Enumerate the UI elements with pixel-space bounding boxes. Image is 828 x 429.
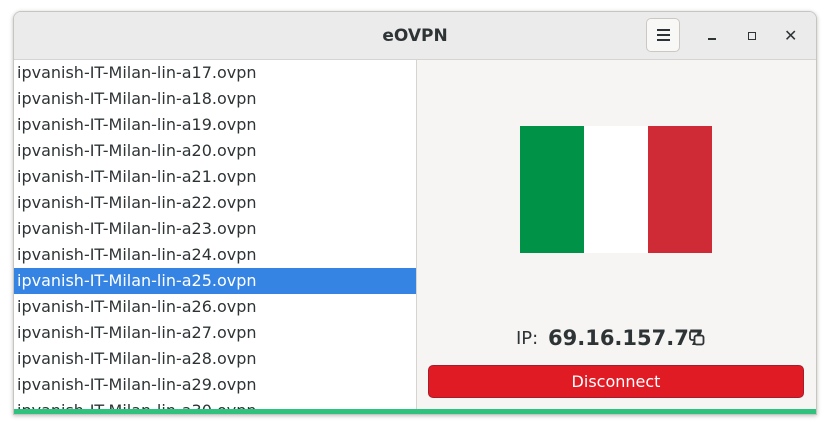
close-button[interactable]: ✕ (778, 24, 802, 48)
flag-stripe-white (584, 126, 648, 253)
minimize-icon (708, 38, 716, 40)
connected-status-bar (14, 409, 816, 414)
server-list-item[interactable]: ipvanish-IT-Milan-lin-a19.ovpn (14, 112, 416, 138)
window-title: eOVPN (382, 26, 448, 46)
server-list-item[interactable]: ipvanish-IT-Milan-lin-a17.ovpn (14, 60, 416, 86)
server-list-item[interactable]: ipvanish-IT-Milan-lin-a24.ovpn (14, 242, 416, 268)
server-list-item[interactable]: ipvanish-IT-Milan-lin-a28.ovpn (14, 346, 416, 372)
server-list-item[interactable]: ipvanish-IT-Milan-lin-a29.ovpn (14, 372, 416, 398)
server-list-item[interactable]: ipvanish-IT-Milan-lin-a21.ovpn (14, 164, 416, 190)
flag-stripe-green (520, 126, 584, 253)
server-list-item[interactable]: ipvanish-IT-Milan-lin-a20.ovpn (14, 138, 416, 164)
main-menu-button[interactable] (646, 18, 680, 52)
ip-label: IP: (516, 328, 539, 349)
server-list-item[interactable]: ipvanish-IT-Milan-lin-a26.ovpn (14, 294, 416, 320)
server-list-item[interactable]: ipvanish-IT-Milan-lin-a25.ovpn (14, 268, 416, 294)
app-window: eOVPN ✕ ipvanish-IT-Milan-lin-a17.ovpn ip… (13, 11, 817, 415)
close-icon: ✕ (784, 26, 798, 45)
titlebar: eOVPN ✕ (14, 12, 816, 60)
server-list-item[interactable]: ipvanish-IT-Milan-lin-a23.ovpn (14, 216, 416, 242)
server-list-item[interactable]: ipvanish-IT-Milan-lin-a18.ovpn (14, 86, 416, 112)
maximize-icon (748, 32, 756, 40)
server-list-item[interactable]: ipvanish-IT-Milan-lin-a22.ovpn (14, 190, 416, 216)
maximize-button[interactable] (740, 24, 764, 48)
country-flag-italy (520, 126, 712, 253)
copy-icon[interactable] (688, 329, 706, 347)
disconnect-button[interactable]: Disconnect (428, 365, 804, 398)
server-list-item[interactable]: ipvanish-IT-Milan-lin-a27.ovpn (14, 320, 416, 346)
ip-address: 69.16.157.77 (548, 326, 704, 350)
minimize-button[interactable] (700, 24, 724, 48)
server-list[interactable]: ipvanish-IT-Milan-lin-a17.ovpn ipvanish-I… (14, 60, 417, 414)
flag-stripe-red (648, 126, 712, 253)
